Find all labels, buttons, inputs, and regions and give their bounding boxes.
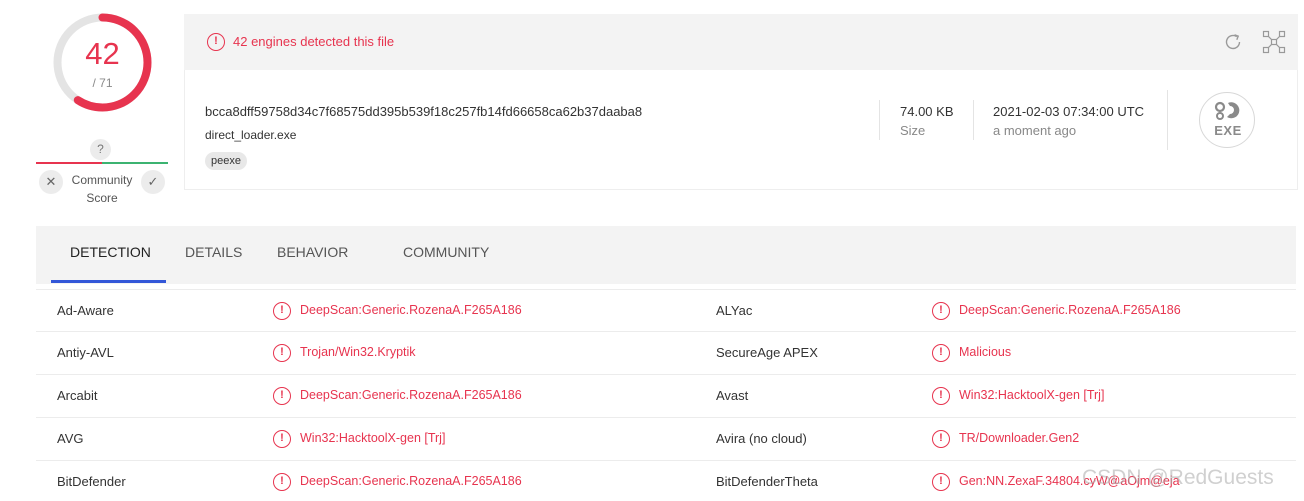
alert-icon: ! <box>273 302 291 320</box>
engine-name: Ad-Aware <box>57 303 114 318</box>
detected-count: 42 <box>85 36 120 71</box>
file-name: direct_loader.exe <box>205 128 297 142</box>
file-size-value: 74.00 KB <box>900 104 954 119</box>
alert-icon: ! <box>932 473 950 491</box>
divider <box>973 100 974 140</box>
engine-name: AVG <box>57 431 84 446</box>
alert-icon: ! <box>273 344 291 362</box>
community-score-help-icon[interactable]: ? <box>90 139 111 160</box>
table-row: Arcabit! DeepScan:Generic.RozenaA.F265A18… <box>36 375 1296 418</box>
tab-behavior[interactable]: BEHAVIOR <box>277 226 348 284</box>
community-bar-positive <box>102 162 168 164</box>
graph-icon[interactable] <box>1262 30 1286 54</box>
tab-detection[interactable]: DETECTION <box>70 226 151 284</box>
detection-result: DeepScan:Generic.RozenaA.F265A186 <box>300 474 522 488</box>
engine-name: Avast <box>716 388 749 403</box>
engine-name: ALYac <box>716 303 753 318</box>
detection-result: Malicious <box>959 345 1012 359</box>
report-tabs: DETECTION DETAILS BEHAVIOR COMMUNITY <box>36 226 1296 284</box>
community-label-line1: Community <box>71 173 133 187</box>
detection-result: DeepScan:Generic.RozenaA.F265A186 <box>300 303 522 317</box>
total-engines: / 71 <box>92 76 113 90</box>
detection-result: TR/Downloader.Gen2 <box>959 431 1080 445</box>
alert-icon: ! <box>932 302 950 320</box>
alert-icon: ! <box>932 387 950 405</box>
file-tag[interactable]: peexe <box>205 152 247 170</box>
table-row: AVG! Win32:HacktoolX-gen [Trj] Avira (no c… <box>36 418 1296 461</box>
alert-icon: ! <box>932 430 950 448</box>
file-info-panel: bcca8dff59758d34c7f68575dd395b539f18c257… <box>184 70 1298 190</box>
vote-harmless-button[interactable]: ✓ <box>141 170 165 194</box>
detection-alert-bar: ! 42 engines detected this file <box>184 14 1298 70</box>
exe-label: EXE <box>1214 123 1242 138</box>
exe-file-type-icon: EXE <box>1199 92 1255 148</box>
engine-name: SecureAge APEX <box>716 345 818 360</box>
divider <box>1167 90 1168 150</box>
detection-result: DeepScan:Generic.RozenaA.F265A186 <box>300 388 522 402</box>
engine-name: Avira (no cloud) <box>716 431 807 446</box>
engine-name: Arcabit <box>57 388 98 403</box>
community-label-line2: Score <box>86 191 118 205</box>
analysis-date-value: 2021-02-03 07:34:00 UTC <box>993 104 1145 119</box>
tab-community[interactable]: COMMUNITY <box>403 226 489 284</box>
tab-details[interactable]: DETAILS <box>185 226 242 284</box>
alert-icon: ! <box>207 33 225 51</box>
engine-name: BitDefender <box>57 474 126 489</box>
detection-result: Trojan/Win32.Kryptik <box>300 345 416 359</box>
table-row: Antiy-AVL! Trojan/Win32.Kryptik SecureAge … <box>36 332 1296 375</box>
alert-icon: ! <box>932 344 950 362</box>
community-bar-negative <box>36 162 102 164</box>
detection-result: Win32:HacktoolX-gen [Trj] <box>959 388 1105 402</box>
alert-icon: ! <box>273 387 291 405</box>
file-hash[interactable]: bcca8dff59758d34c7f68575dd395b539f18c257… <box>205 104 642 119</box>
alert-icon: ! <box>273 430 291 448</box>
active-tab-indicator <box>51 280 166 283</box>
gear-icon <box>1214 101 1240 120</box>
detection-result: DeepScan:Generic.RozenaA.F265A186 <box>959 303 1181 317</box>
file-size-label: Size <box>900 123 926 138</box>
divider <box>879 100 880 140</box>
alert-text: 42 engines detected this file <box>233 34 395 49</box>
watermark: CSDN @RedGuests <box>1082 466 1274 489</box>
analysis-date-label: a moment ago <box>993 123 1077 138</box>
engine-name: BitDefenderTheta <box>716 474 818 489</box>
engine-name: Antiy-AVL <box>57 345 114 360</box>
detection-result: Win32:HacktoolX-gen [Trj] <box>300 431 446 445</box>
reload-icon[interactable] <box>1222 31 1244 53</box>
detection-score-ring: 42 / 71 <box>52 12 153 113</box>
table-row: Ad-Aware! DeepScan:Generic.RozenaA.F265A1… <box>36 289 1296 332</box>
alert-icon: ! <box>273 473 291 491</box>
community-score-label: Community Score <box>64 171 140 207</box>
vote-harmful-button[interactable]: ✕ <box>39 170 63 194</box>
